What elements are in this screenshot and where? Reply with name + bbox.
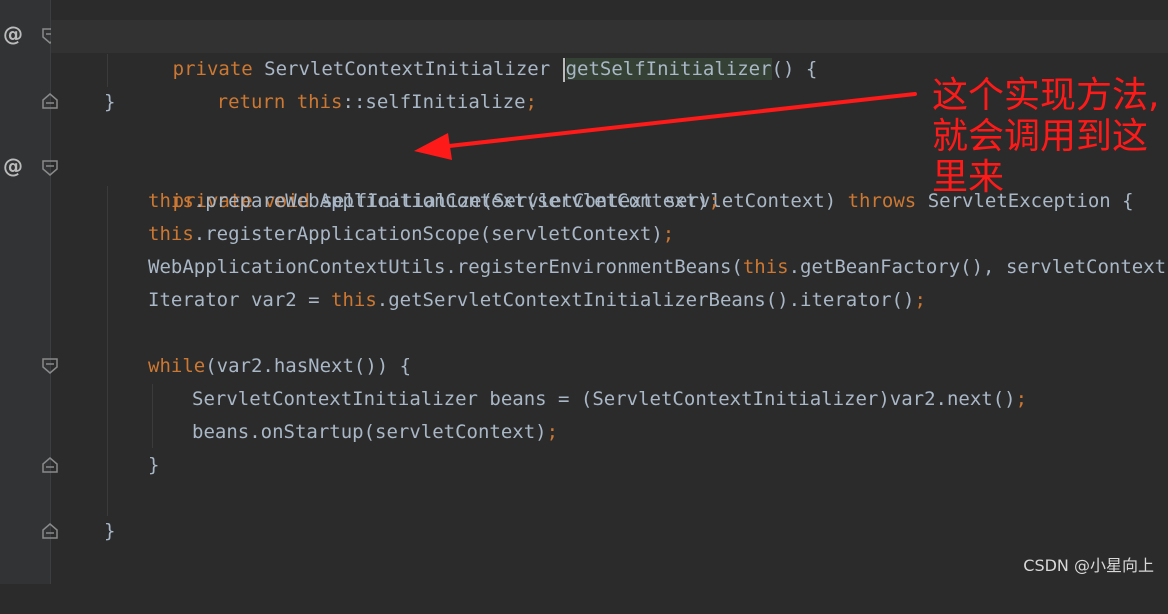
code-text: Iterator var2 = [148, 289, 331, 311]
code-text: .getBeanFactory(), [789, 256, 995, 278]
semicolon: ; [914, 289, 925, 311]
code-line-11: while(var2.hasNext()) { [51, 350, 1168, 383]
keyword: this [148, 190, 194, 212]
code-text: WebApplicationContextUtils.registerEnvir… [148, 256, 743, 278]
closing-brace: } [104, 520, 115, 542]
code-line-8: WebApplicationContextUtils.registerEnvir… [51, 251, 1168, 284]
code-line-13: beans.onStartup(servletContext); [51, 416, 1168, 449]
editor-gutter [0, 0, 51, 584]
keyword: this [743, 256, 789, 278]
code-text: (var2.hasNext()) { [205, 355, 411, 377]
semicolon: ; [663, 223, 674, 245]
code-line-1: private ServletContextInitializer getSel… [51, 20, 1168, 53]
annotation-line: 这个实现方法, [932, 75, 1162, 116]
semicolon: ; [1016, 388, 1027, 410]
semicolon: ; [709, 190, 720, 212]
watermark: CSDN @小星向上 [1023, 552, 1154, 576]
annotation-note: 这个实现方法, 就会调用到这 里来 [932, 75, 1162, 198]
closing-brace: } [148, 454, 159, 476]
keyword: this [331, 289, 377, 311]
code-text: servletContext) [995, 256, 1168, 278]
code-text: .registerApplicationScope(servletContext… [194, 223, 663, 245]
code-text: .getServletContextInitializerBeans().ite… [377, 289, 915, 311]
semicolon: ; [547, 421, 558, 443]
closing-brace: } [104, 91, 115, 113]
annotation-line: 里来 [932, 157, 1162, 198]
code-text: ServletContextInitializer beans = (Servl… [192, 388, 1016, 410]
annotation-line: 就会调用到这 [932, 116, 1162, 157]
code-line-14: } [51, 449, 1168, 482]
code-text: .prepareWebApplicationContext(servletCon… [194, 190, 709, 212]
code-line-9: Iterator var2 = this.getServletContextIn… [51, 284, 1168, 317]
code-line-16: } [51, 515, 1168, 548]
code-text: beans.onStartup(servletContext) [192, 421, 547, 443]
override-marker-icon[interactable]: @ [2, 23, 24, 45]
keyword: while [148, 355, 205, 377]
override-marker-icon[interactable]: @ [2, 155, 24, 177]
code-line-7: this.registerApplicationScope(servletCon… [51, 218, 1168, 251]
code-line-12: ServletContextInitializer beans = (Servl… [51, 383, 1168, 416]
keyword: this [148, 223, 194, 245]
